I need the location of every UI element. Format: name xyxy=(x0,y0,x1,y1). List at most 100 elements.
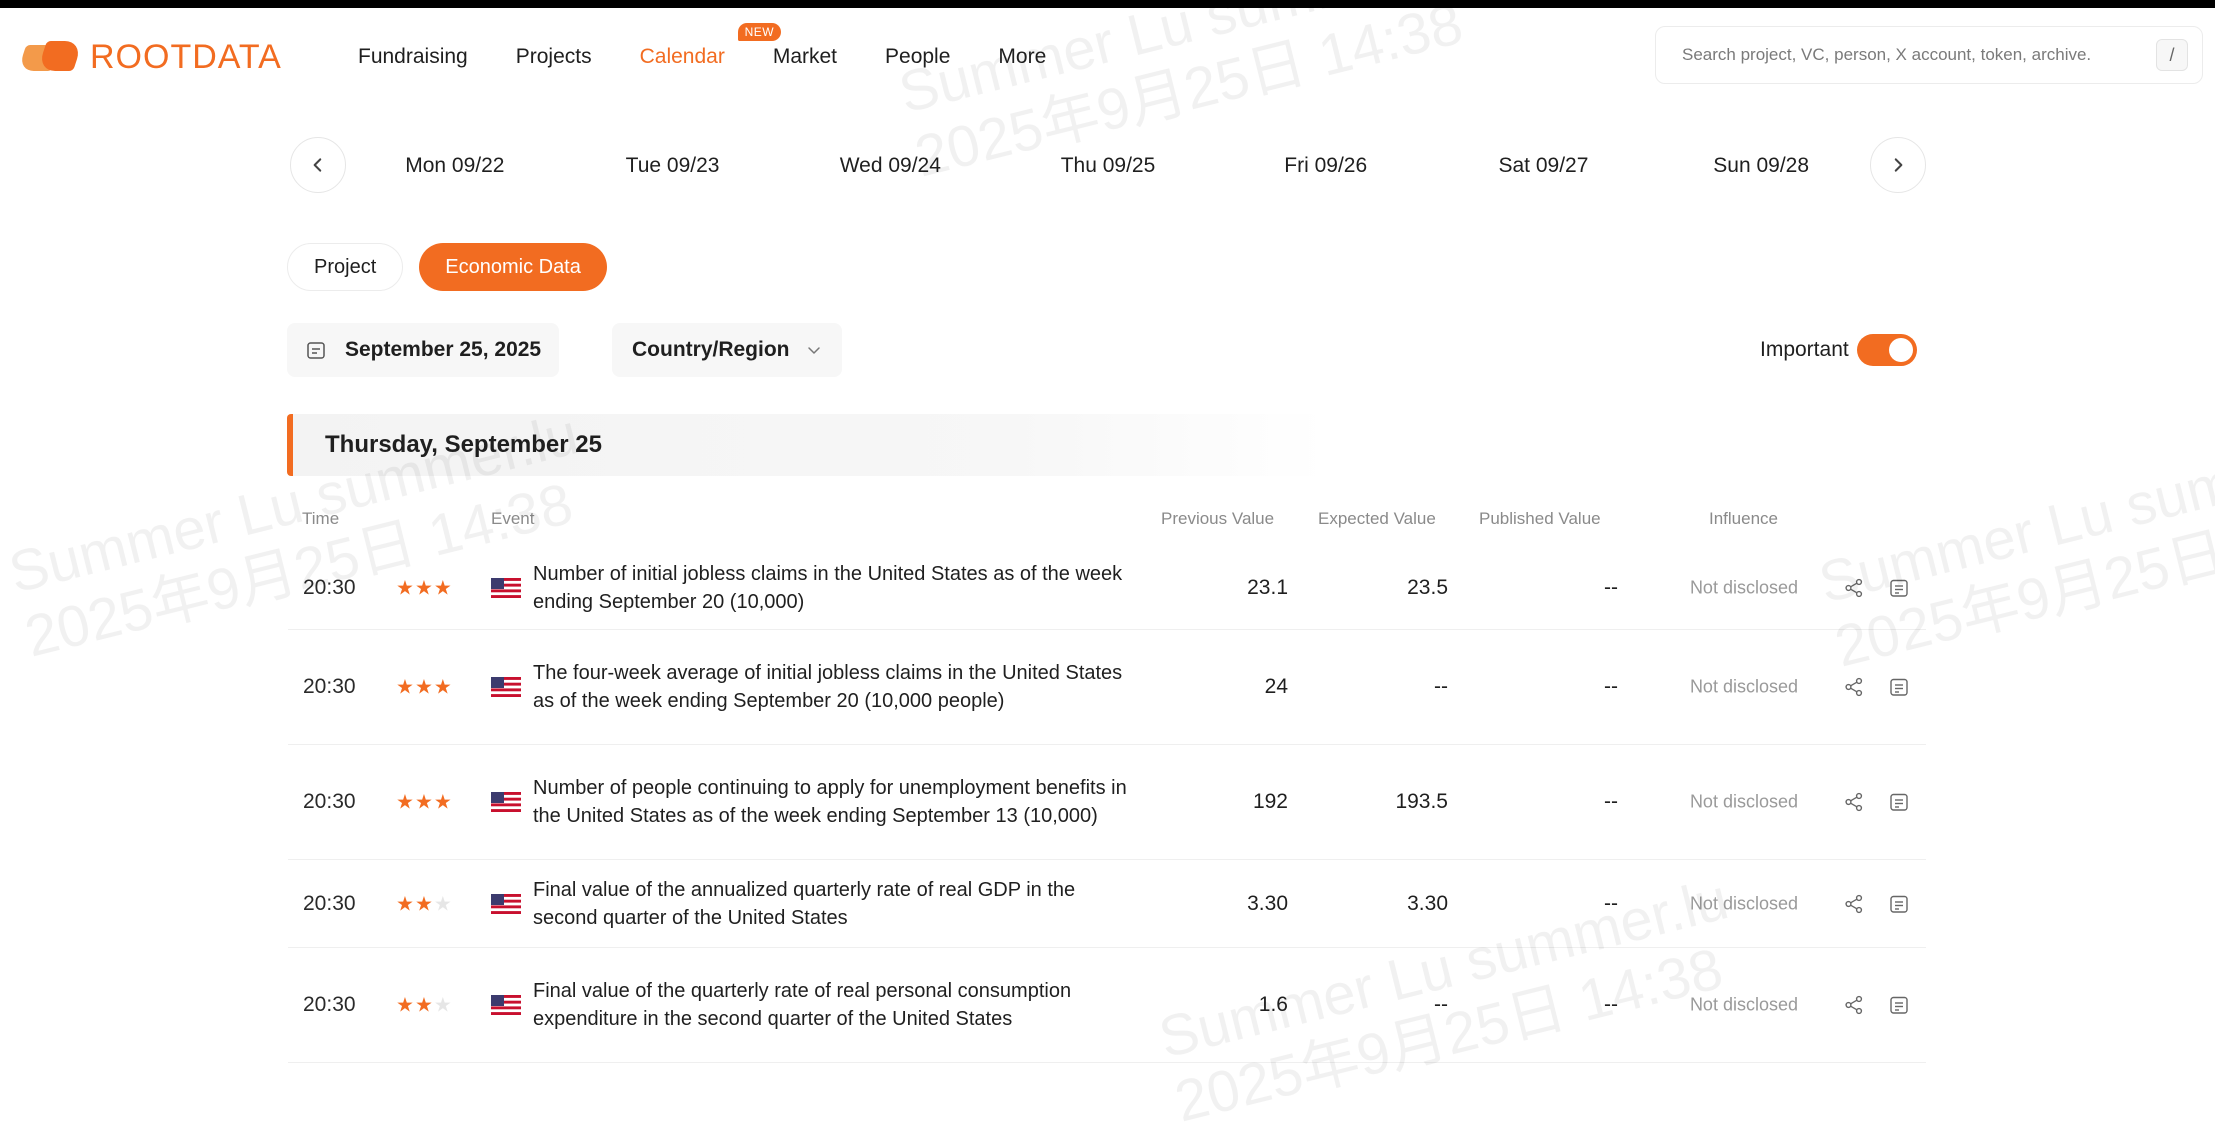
nav-calendar[interactable]: Calendar NEW xyxy=(640,23,782,69)
day-sun[interactable]: Sun 09/28 xyxy=(1652,145,1870,187)
influence-value: Not disclosed xyxy=(1689,577,1798,597)
event-time: 20:30 xyxy=(303,790,356,813)
table-row[interactable]: 20:30 ★★★ Number of people continuing to a… xyxy=(288,745,1926,860)
event-title[interactable]: Final value of the quarterly rate of rea… xyxy=(533,977,1133,1033)
search-shortcut-key: / xyxy=(2156,39,2188,71)
nav-fundraising[interactable]: Fundraising xyxy=(358,45,468,69)
important-toggle[interactable] xyxy=(1856,334,1917,366)
star-filled-icon: ★ xyxy=(414,893,434,915)
add-to-calendar-icon[interactable] xyxy=(1888,791,1910,813)
table-row[interactable]: 20:30 ★★★ Number of initial jobless claims… xyxy=(288,546,1926,630)
nav-people[interactable]: People xyxy=(885,45,950,69)
event-title[interactable]: Number of initial jobless claims in the … xyxy=(533,560,1133,616)
main-nav: Fundraising Projects Calendar NEW Market… xyxy=(358,23,1094,82)
star-filled-icon: ★ xyxy=(414,791,434,814)
rootdata-logo[interactable]: ROOTDATA xyxy=(17,32,282,82)
star-empty-icon: ★ xyxy=(433,893,453,915)
importance-stars: ★★★ xyxy=(396,993,453,1018)
table-row[interactable]: 20:30 ★★★ Final value of the quarterly rat… xyxy=(288,948,1926,1063)
event-time: 20:30 xyxy=(303,891,356,915)
share-icon[interactable] xyxy=(1843,791,1865,813)
star-empty-icon: ★ xyxy=(433,994,453,1017)
next-week-button[interactable] xyxy=(1870,137,1926,193)
expected-value: 23.5 xyxy=(1407,575,1448,599)
day-thu[interactable]: Thu 09/25 xyxy=(999,145,1217,187)
add-to-calendar-icon[interactable] xyxy=(1888,893,1910,915)
expected-value: 193.5 xyxy=(1395,790,1448,813)
event-title[interactable]: The four-week average of initial jobless… xyxy=(533,659,1133,715)
new-badge: NEW xyxy=(737,23,782,41)
us-flag-icon xyxy=(491,893,521,914)
add-to-calendar-icon[interactable] xyxy=(1888,577,1910,599)
date-filter[interactable]: September 25, 2025 xyxy=(287,323,560,377)
logo-icon xyxy=(17,37,83,77)
table-row[interactable]: 20:30 ★★★ The four-week average of initial… xyxy=(288,630,1926,745)
previous-value: 24 xyxy=(1264,675,1288,698)
us-flag-icon xyxy=(491,677,521,697)
star-filled-icon: ★ xyxy=(414,676,434,699)
day-section-header: Thursday, September 25 xyxy=(287,414,1327,476)
previous-value: 1.6 xyxy=(1258,993,1288,1016)
col-time: Time xyxy=(302,509,340,528)
share-icon[interactable] xyxy=(1843,893,1865,915)
important-filter: Important xyxy=(1760,328,1917,372)
star-filled-icon: ★ xyxy=(414,994,434,1017)
event-table-body: 20:30 ★★★ Number of initial jobless claims… xyxy=(0,546,2215,1063)
event-time: 20:30 xyxy=(303,575,356,599)
published-value: -- xyxy=(1604,675,1618,698)
influence-value: Not disclosed xyxy=(1689,994,1798,1015)
star-filled-icon: ★ xyxy=(433,577,453,599)
influence-value: Not disclosed xyxy=(1689,791,1798,812)
col-published-value: Published Value xyxy=(1479,509,1601,528)
day-tue[interactable]: Tue 09/23 xyxy=(564,145,782,187)
share-icon[interactable] xyxy=(1843,994,1865,1016)
prev-week-button[interactable] xyxy=(290,137,346,193)
star-filled-icon: ★ xyxy=(396,893,415,915)
influence-value: Not disclosed xyxy=(1689,893,1798,913)
us-flag-icon xyxy=(491,577,521,598)
importance-stars: ★★★ xyxy=(396,891,453,916)
previous-value: 192 xyxy=(1252,790,1288,813)
star-filled-icon: ★ xyxy=(433,676,453,699)
star-filled-icon: ★ xyxy=(396,577,415,599)
add-to-calendar-icon[interactable] xyxy=(1888,994,1910,1016)
col-previous-value: Previous Value xyxy=(1161,509,1275,528)
expected-value: -- xyxy=(1434,675,1448,698)
star-filled-icon: ★ xyxy=(396,791,415,814)
event-title[interactable]: Final value of the annualized quarterly … xyxy=(533,876,1133,932)
day-wed[interactable]: Wed 09/24 xyxy=(781,145,999,187)
us-flag-icon xyxy=(491,995,521,1015)
search-box: / xyxy=(1655,26,2203,84)
event-time: 20:30 xyxy=(303,675,356,698)
logo-text: ROOTDATA xyxy=(90,37,282,76)
day-mon[interactable]: Mon 09/22 xyxy=(346,145,564,187)
col-expected-value: Expected Value xyxy=(1318,509,1436,528)
table-row[interactable]: 20:30 ★★★ Final value of the annualized qu… xyxy=(288,860,1926,948)
share-icon[interactable] xyxy=(1843,676,1865,698)
us-flag-icon xyxy=(491,792,521,812)
previous-value: 23.1 xyxy=(1247,575,1288,599)
search-input[interactable] xyxy=(1680,44,2156,66)
add-to-calendar-icon[interactable] xyxy=(1888,676,1910,698)
chevron-left-icon xyxy=(313,158,322,172)
star-filled-icon: ★ xyxy=(433,791,453,814)
influence-value: Not disclosed xyxy=(1689,676,1798,697)
star-filled-icon: ★ xyxy=(414,577,434,599)
country-region-select[interactable]: Country/Region xyxy=(612,323,842,377)
tab-economic-data[interactable]: Economic Data xyxy=(419,243,607,291)
week-days: Mon 09/22 Tue 09/23 Wed 09/24 Thu 09/25 … xyxy=(346,145,1870,187)
event-title[interactable]: Number of people continuing to apply for… xyxy=(533,774,1133,830)
nav-more[interactable]: More xyxy=(998,45,1046,69)
expected-value: 3.30 xyxy=(1407,891,1448,915)
published-value: -- xyxy=(1604,993,1618,1016)
day-sat[interactable]: Sat 09/27 xyxy=(1435,145,1653,187)
share-icon[interactable] xyxy=(1843,577,1865,599)
published-value: -- xyxy=(1604,891,1618,915)
country-region-label: Country/Region xyxy=(632,338,790,361)
day-fri[interactable]: Fri 09/26 xyxy=(1217,145,1435,187)
date-filter-value: September 25, 2025 xyxy=(345,338,542,361)
star-filled-icon: ★ xyxy=(396,676,415,699)
tab-project[interactable]: Project xyxy=(287,243,404,291)
nav-projects[interactable]: Projects xyxy=(516,45,592,69)
nav-market[interactable]: Market xyxy=(773,45,837,69)
